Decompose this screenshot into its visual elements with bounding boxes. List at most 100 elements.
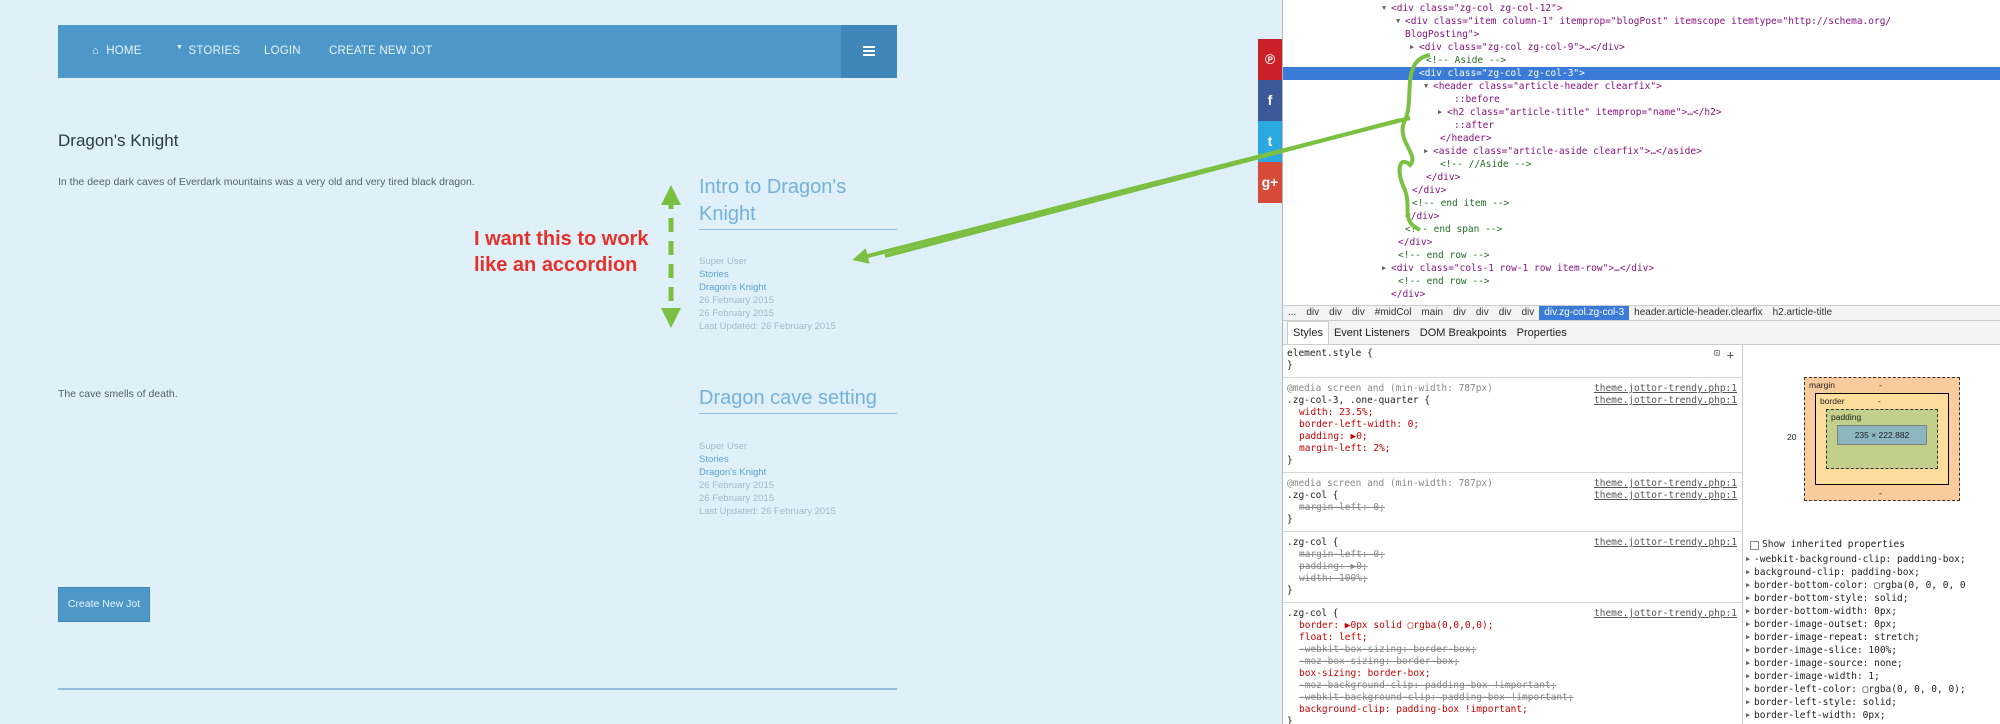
css-declaration[interactable]: float: left; xyxy=(1299,632,1368,644)
css-declaration[interactable]: width: 100%; xyxy=(1299,573,1368,585)
css-declaration[interactable]: margin-left: 0; xyxy=(1299,502,1385,514)
dom-node[interactable]: </div> xyxy=(1283,236,2000,249)
css-selector[interactable]: .zg-col { xyxy=(1287,490,1338,502)
nav-login[interactable]: LOGIN xyxy=(264,25,301,78)
computed-property[interactable]: background-clip: padding-box; xyxy=(1754,566,1920,579)
nav-stories[interactable]: ▼ STORIES xyxy=(176,25,240,78)
computed-property[interactable]: border-image-repeat: stretch; xyxy=(1754,631,1920,644)
nav-home[interactable]: ⌂ HOME xyxy=(92,25,142,78)
css-declaration[interactable]: border: ▶0px solid ▢rgba(0,0,0,0); xyxy=(1299,620,1493,632)
dom-node[interactable]: <h2 class="article-title" itemprop="name… xyxy=(1283,106,2000,119)
breadcrumb-item[interactable]: div.zg-col.zg-col-3 xyxy=(1539,306,1630,320)
breadcrumb-item[interactable]: div xyxy=(1347,306,1370,320)
css-declaration[interactable]: -webkit-background-clip: padding-box !im… xyxy=(1299,692,1574,704)
tab-properties[interactable]: Properties xyxy=(1512,322,1572,344)
aside-title[interactable]: Dragon cave setting xyxy=(699,385,897,414)
dom-node[interactable]: ::after xyxy=(1283,119,2000,132)
dom-node[interactable]: <header class="article-header clearfix"> xyxy=(1283,80,2000,93)
disclosure-triangle-icon[interactable]: ▶ xyxy=(1382,262,1386,275)
breadcrumb-item[interactable]: ... xyxy=(1283,306,1301,320)
rule-source-link[interactable]: theme.jottor-trendy.php:1 xyxy=(1594,395,1737,407)
css-selector[interactable]: } xyxy=(1287,514,1293,526)
breadcrumb-item[interactable]: div xyxy=(1301,306,1324,320)
rule-source-link[interactable]: theme.jottor-trendy.php:1 xyxy=(1594,478,1737,490)
expand-triangle-icon[interactable]: ▶ xyxy=(1746,618,1750,631)
css-declaration[interactable]: padding: ▶0; xyxy=(1299,431,1368,443)
computed-property[interactable]: border-left-color: ▢rgba(0, 0, 0, 0); xyxy=(1754,683,1966,696)
dom-node[interactable]: <!-- end row --> xyxy=(1283,249,2000,262)
expand-triangle-icon[interactable]: ▶ xyxy=(1746,592,1750,605)
css-declaration[interactable]: margin-left: 0; xyxy=(1299,549,1385,561)
rule-source-link[interactable]: theme.jottor-trendy.php:1 xyxy=(1594,608,1737,620)
dom-node[interactable]: <div class="zg-col zg-col-12"> xyxy=(1283,2,2000,15)
disclosure-triangle-icon[interactable]: ▶ xyxy=(1424,145,1428,158)
dom-node[interactable]: <!-- end row --> xyxy=(1283,275,2000,288)
computed-property[interactable]: border-image-slice: 100%; xyxy=(1754,644,1897,657)
css-selector[interactable]: } xyxy=(1287,455,1293,467)
dom-node[interactable]: <!-- //Aside --> xyxy=(1283,158,2000,171)
disclosure-triangle-icon[interactable]: ▼ xyxy=(1396,15,1400,28)
dom-node[interactable]: </div> xyxy=(1283,210,2000,223)
computed-property[interactable]: border-bottom-color: ▢rgba(0, 0, 0, 0 xyxy=(1754,579,1966,592)
computed-property[interactable]: border-image-width: 1; xyxy=(1754,670,1880,683)
css-selector[interactable]: element.style { xyxy=(1287,348,1373,360)
css-declaration[interactable]: box-sizing: border-box; xyxy=(1299,668,1431,680)
css-declaration[interactable]: -moz-box-sizing: border-box; xyxy=(1299,656,1459,668)
css-selector[interactable]: } xyxy=(1287,585,1293,597)
dom-node[interactable]: </div> xyxy=(1283,288,2000,301)
rule-source-link[interactable]: theme.jottor-trendy.php:1 xyxy=(1594,490,1737,502)
breadcrumb-item[interactable]: div xyxy=(1517,306,1540,320)
computed-property[interactable]: border-bottom-style: solid; xyxy=(1754,592,1908,605)
computed-property[interactable]: border-left-style: solid; xyxy=(1754,696,1897,709)
tab-event-listeners[interactable]: Event Listeners xyxy=(1329,322,1415,344)
facebook-share-button[interactable]: f xyxy=(1258,80,1282,121)
computed-property[interactable]: border-image-source: none; xyxy=(1754,657,1903,670)
expand-triangle-icon[interactable]: ▶ xyxy=(1746,696,1750,709)
expand-triangle-icon[interactable]: ▶ xyxy=(1746,605,1750,618)
breadcrumb-item[interactable]: div xyxy=(1494,306,1517,320)
twitter-share-button[interactable]: t xyxy=(1258,121,1282,162)
disclosure-triangle-icon[interactable]: ▼ xyxy=(1382,2,1386,15)
breadcrumb-item[interactable]: div xyxy=(1471,306,1494,320)
css-declaration[interactable]: border-left-width: 0; xyxy=(1299,419,1419,431)
computed-property[interactable]: -webkit-background-clip: padding-box; xyxy=(1754,553,1966,566)
css-declaration[interactable]: margin-left: 2%; xyxy=(1299,443,1391,455)
dom-node[interactable]: <div class="cols-1 row-1 row item-row">…… xyxy=(1283,262,2000,275)
dom-node[interactable]: <!-- end span --> xyxy=(1283,223,2000,236)
dom-node[interactable]: ::before xyxy=(1283,93,2000,106)
expand-triangle-icon[interactable]: ▶ xyxy=(1746,709,1750,722)
css-declaration[interactable]: padding: ▶0; xyxy=(1299,561,1368,573)
nav-create-new-jot[interactable]: CREATE NEW JOT xyxy=(329,25,433,78)
dom-node[interactable]: <!-- Aside --> xyxy=(1283,54,2000,67)
dom-node[interactable]: <div class="item column-1" itemprop="blo… xyxy=(1283,15,2000,28)
create-new-jot-button[interactable]: Create New Jot xyxy=(58,587,150,622)
pinterest-share-button[interactable]: ℗ xyxy=(1258,39,1282,80)
breadcrumb-item[interactable]: header.article-header.clearfix xyxy=(1629,306,1767,320)
css-declaration[interactable]: background-clip: padding-box !important; xyxy=(1299,704,1528,716)
expand-triangle-icon[interactable]: ▶ xyxy=(1746,644,1750,657)
expand-triangle-icon[interactable]: ▶ xyxy=(1746,553,1750,566)
hamburger-menu-button[interactable] xyxy=(841,25,897,78)
computed-property[interactable]: border-image-outset: 0px; xyxy=(1754,618,1897,631)
disclosure-triangle-icon[interactable]: ▶ xyxy=(1438,106,1442,119)
disclosure-triangle-icon[interactable]: ▼ xyxy=(1424,80,1428,93)
media-query[interactable]: @media screen and (min-width: 787px) xyxy=(1287,478,1493,490)
media-query[interactable]: @media screen and (min-width: 787px) xyxy=(1287,383,1493,395)
dom-node-selected[interactable]: <div class="zg-col zg-col-3"> xyxy=(1283,67,2000,80)
meta-parent-link[interactable]: Dragon's Knight xyxy=(699,466,836,479)
dom-node[interactable]: BlogPosting"> xyxy=(1283,28,2000,41)
breadcrumb-item[interactable]: div xyxy=(1448,306,1471,320)
css-declaration[interactable]: -webkit-box-sizing: border-box; xyxy=(1299,644,1476,656)
css-selector[interactable]: } xyxy=(1287,716,1293,724)
css-selector[interactable]: .zg-col { xyxy=(1287,537,1338,549)
meta-parent-link[interactable]: Dragon's Knight xyxy=(699,281,836,294)
computed-property[interactable]: border-left-width: 0px; xyxy=(1754,709,1886,722)
disclosure-triangle-icon[interactable]: ▼ xyxy=(1410,67,1414,80)
css-selector[interactable]: .zg-col { xyxy=(1287,608,1338,620)
css-declaration[interactable]: width: 23.5%; xyxy=(1299,407,1373,419)
expand-triangle-icon[interactable]: ▶ xyxy=(1746,683,1750,696)
expand-triangle-icon[interactable]: ▶ xyxy=(1746,657,1750,670)
aside-title[interactable]: Intro to Dragon's Knight xyxy=(699,174,897,230)
dom-node[interactable]: <div class="zg-col zg-col-9">…</div> xyxy=(1283,41,2000,54)
breadcrumb-item[interactable]: div xyxy=(1324,306,1347,320)
